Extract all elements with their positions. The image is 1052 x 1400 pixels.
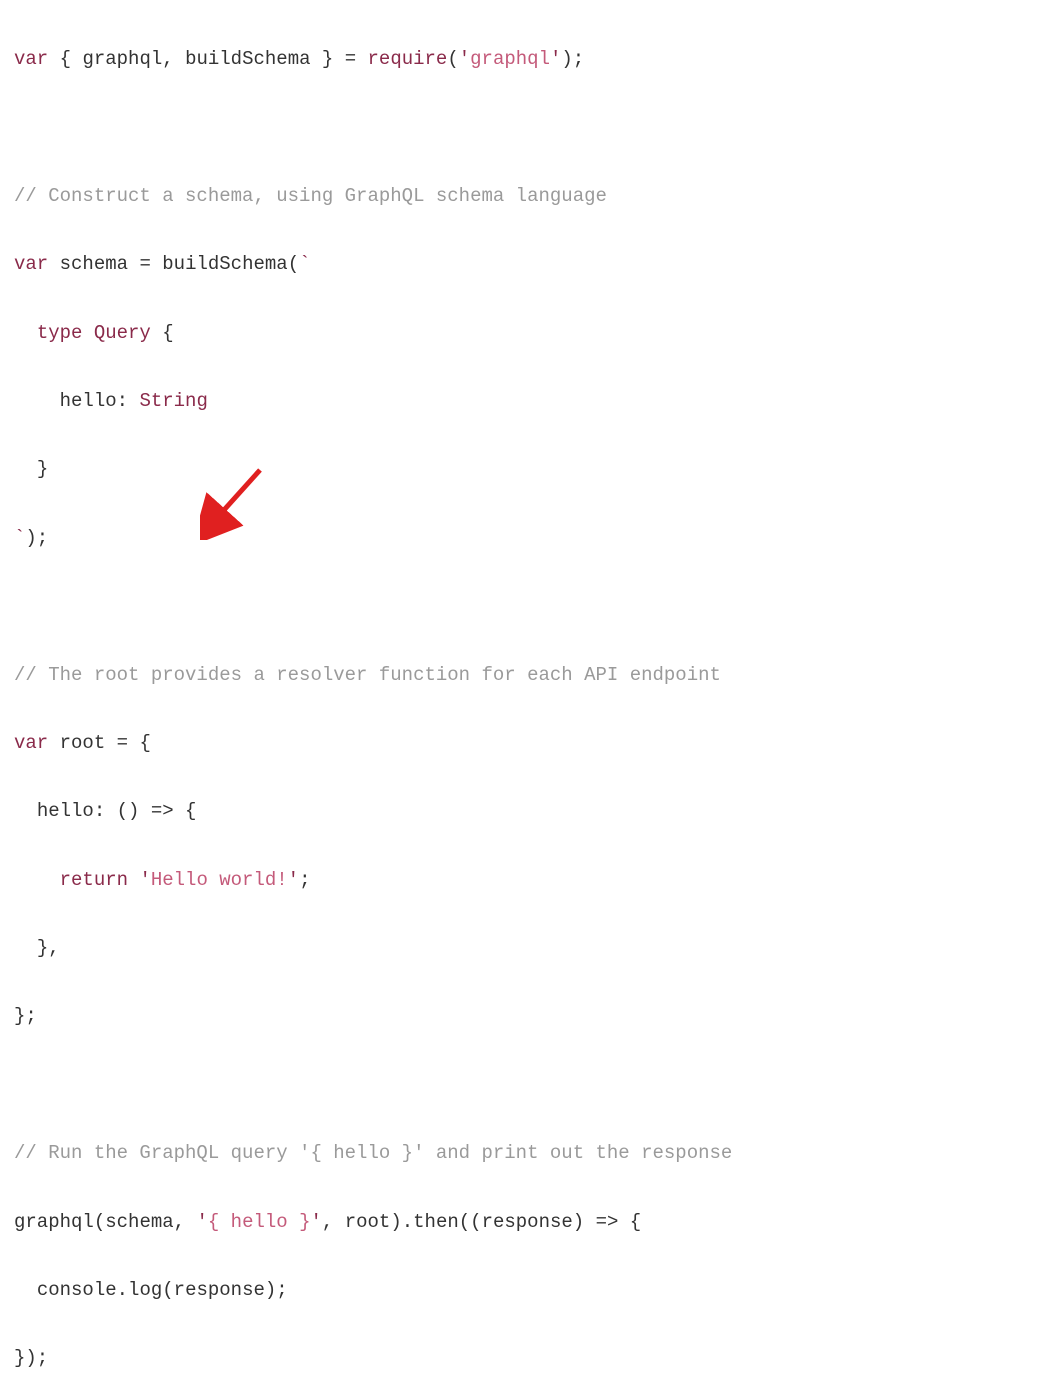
code-line-6: hello: String <box>14 384 1038 418</box>
code-line-20: }); <box>14 1341 1038 1375</box>
code-line-10-comment: // The root provides a resolver function… <box>14 658 1038 692</box>
code-line-blank-16 <box>14 1068 1038 1102</box>
code-line-11: var root = { <box>14 726 1038 760</box>
code-line-15: }; <box>14 999 1038 1033</box>
code-line-4: var schema = buildSchema(` <box>14 247 1038 281</box>
code-line-14: }, <box>14 931 1038 965</box>
code-line-7: } <box>14 452 1038 486</box>
code-line-1: var { graphql, buildSchema } = require('… <box>14 42 1038 76</box>
code-line-18: graphql(schema, '{ hello }', root).then(… <box>14 1205 1038 1239</box>
code-line-blank-2 <box>14 111 1038 145</box>
code-line-blank-9 <box>14 589 1038 623</box>
code-line-12: hello: () => { <box>14 794 1038 828</box>
code-line-13: return 'Hello world!'; <box>14 863 1038 897</box>
code-line-8: `); <box>14 521 1038 555</box>
code-line-17-comment: // Run the GraphQL query '{ hello }' and… <box>14 1136 1038 1170</box>
code-line-19: console.log(response); <box>14 1273 1038 1307</box>
code-snippet: var { graphql, buildSchema } = require('… <box>14 8 1038 1400</box>
code-line-5: type Query { <box>14 316 1038 350</box>
code-line-3-comment: // Construct a schema, using GraphQL sch… <box>14 179 1038 213</box>
